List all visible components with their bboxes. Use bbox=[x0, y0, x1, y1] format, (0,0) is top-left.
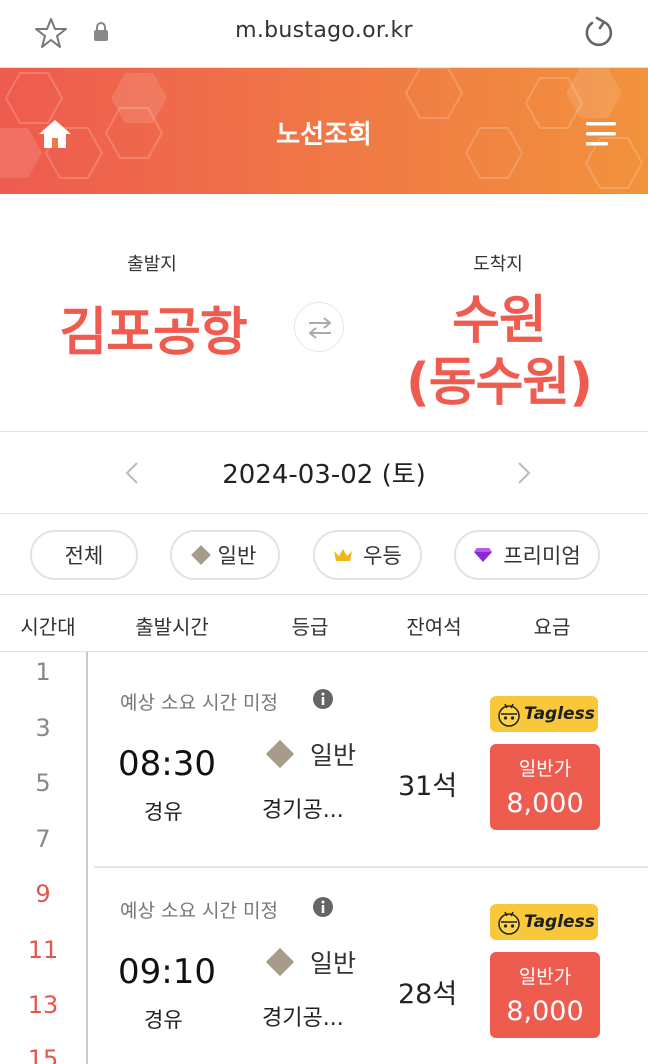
filter-label: 전체 bbox=[64, 544, 104, 568]
fare-price: 8,000 bbox=[506, 788, 584, 819]
column-header-timeslot: 시간대 bbox=[20, 615, 76, 639]
bus-company: 경기공... bbox=[262, 1006, 344, 1031]
via-label: 경유 bbox=[144, 1008, 183, 1032]
timeslot-item[interactable]: 13 bbox=[0, 991, 86, 1019]
url-field[interactable]: m.bustago.or.kr bbox=[0, 18, 648, 43]
swap-button[interactable] bbox=[294, 302, 344, 352]
column-header-grade: 등급 bbox=[291, 615, 329, 639]
departure-time: 09:10 bbox=[118, 952, 216, 992]
route-panel: 출발지 김포공항 도착지 수원 (동수원) bbox=[0, 194, 648, 432]
remaining-seats: 28석 bbox=[398, 979, 458, 1010]
timeslot-item[interactable]: 9 bbox=[0, 880, 86, 908]
duration-note: 예상 소요 시간 미정 bbox=[120, 900, 278, 922]
timeslot-item[interactable]: 1 bbox=[0, 658, 86, 686]
diamond-icon bbox=[265, 739, 295, 769]
fare-button[interactable]: 일반가 8,000 bbox=[490, 744, 600, 830]
fare-button[interactable]: 일반가 8,000 bbox=[490, 952, 600, 1038]
fare-label: 일반가 bbox=[518, 966, 572, 988]
via-label: 경유 bbox=[144, 800, 183, 824]
column-header-departure-time: 출발시간 bbox=[135, 615, 209, 639]
diamond-icon bbox=[190, 545, 211, 565]
info-icon[interactable] bbox=[312, 896, 334, 918]
filter-premium-button[interactable]: 프리미엄 bbox=[454, 530, 600, 580]
bee-icon bbox=[498, 911, 520, 935]
filter-all-button[interactable]: 전체 bbox=[30, 530, 138, 580]
timeslot-item[interactable]: 11 bbox=[0, 936, 86, 964]
crown-icon bbox=[334, 549, 353, 561]
page-title: 노선조회 bbox=[276, 120, 372, 150]
arrival-label: 도착지 bbox=[473, 254, 523, 275]
grade-label: 일반 bbox=[310, 741, 357, 770]
bus-list-item[interactable]: 예상 소요 시간 미정 08:30 경유 일반 경기공... 31석 Tagle… bbox=[94, 662, 648, 868]
filter-normal-button[interactable]: 일반 bbox=[170, 530, 280, 580]
column-header-seats: 잔여석 bbox=[406, 615, 462, 639]
bus-grade: 일반 bbox=[265, 944, 357, 980]
timeslot-item[interactable]: 3 bbox=[0, 714, 86, 742]
departure-label: 출발지 bbox=[127, 254, 177, 275]
badge-text: Tagless bbox=[524, 704, 595, 724]
grade-filters: 전체 일반 우등 프리미엄 bbox=[0, 514, 648, 594]
bee-icon bbox=[498, 703, 520, 727]
app-header: 노선조회 bbox=[0, 68, 648, 194]
departure-name[interactable]: 김포공항 bbox=[42, 290, 264, 365]
fare-label: 일반가 bbox=[518, 758, 572, 780]
filter-label: 프리미엄 bbox=[503, 544, 581, 568]
arrival-name-line2: (동수원) bbox=[405, 353, 593, 413]
diamond-icon bbox=[265, 947, 295, 977]
selected-date[interactable]: 2024-03-02 (토) bbox=[0, 454, 648, 491]
menu-icon[interactable] bbox=[586, 120, 618, 148]
column-header-fare: 요금 bbox=[533, 615, 571, 639]
fare-price: 8,000 bbox=[506, 996, 584, 1027]
bus-list-item[interactable]: 예상 소요 시간 미정 09:10 경유 일반 경기공... 28석 Tagle… bbox=[94, 870, 648, 1064]
duration-note: 예상 소요 시간 미정 bbox=[120, 692, 278, 714]
timeslot-item[interactable]: 7 bbox=[0, 825, 86, 853]
badge-text: Tagless bbox=[524, 912, 595, 932]
gem-icon bbox=[474, 548, 493, 562]
swap-icon bbox=[308, 317, 332, 339]
date-selector: 2024-03-02 (토) bbox=[0, 432, 648, 514]
bus-grade: 일반 bbox=[265, 736, 357, 772]
departure-time: 08:30 bbox=[118, 744, 216, 784]
grade-label: 일반 bbox=[310, 949, 357, 978]
timeslot-column: 1 3 5 7 9 11 13 15 bbox=[0, 652, 88, 1064]
reload-icon[interactable] bbox=[580, 15, 616, 51]
filter-deluxe-button[interactable]: 우등 bbox=[313, 530, 422, 580]
chevron-right-icon[interactable] bbox=[508, 456, 538, 490]
bus-company: 경기공... bbox=[262, 798, 344, 823]
tagless-badge: Tagless bbox=[490, 696, 598, 732]
table-header: 시간대 출발시간 등급 잔여석 요금 bbox=[0, 594, 648, 652]
timeslot-item[interactable]: 5 bbox=[0, 769, 86, 797]
info-icon[interactable] bbox=[312, 688, 334, 710]
filter-label: 일반 bbox=[217, 544, 257, 568]
arrival-name[interactable]: 수원 (동수원) bbox=[388, 290, 610, 414]
tagless-badge: Tagless bbox=[490, 904, 598, 940]
browser-bar: m.bustago.or.kr bbox=[0, 0, 648, 68]
remaining-seats: 31석 bbox=[398, 771, 458, 802]
arrival-name-line1: 수원 bbox=[452, 291, 547, 351]
filter-label: 우등 bbox=[363, 544, 402, 568]
timeslot-item[interactable]: 15 bbox=[0, 1045, 86, 1064]
